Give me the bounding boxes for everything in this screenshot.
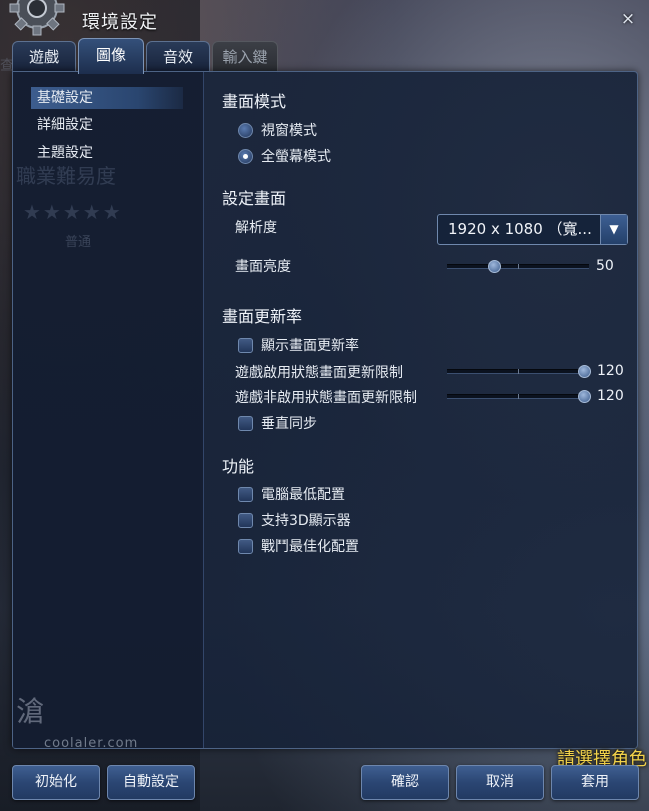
- inactive-limit-slider[interactable]: [447, 394, 589, 399]
- vsync-label: 垂直同步: [261, 416, 317, 432]
- title-bar: 環境設定 ×: [0, 0, 649, 40]
- slider-tick: [518, 264, 519, 269]
- active-limit-slider[interactable]: [447, 369, 589, 374]
- resolution-label: 解析度: [235, 220, 277, 236]
- min-spec-checkbox[interactable]: [238, 487, 253, 502]
- reset-button[interactable]: 初始化: [12, 765, 100, 800]
- sidebar: 基礎設定 詳細設定 主題設定 職業難易度 ★★★★★ 普通: [13, 72, 204, 748]
- watermark: coolaler.com: [44, 736, 139, 751]
- brightness-slider[interactable]: [447, 264, 589, 269]
- background-heading: 職業難易度: [16, 164, 116, 188]
- resolution-dropdown[interactable]: 1920 x 1080 （寬... ▼: [437, 214, 628, 245]
- active-limit-label: 遊戲啟用狀態畫面更新限制: [235, 365, 403, 381]
- inactive-limit-label: 遊戲非啟用狀態畫面更新限制: [235, 390, 417, 406]
- inactive-limit-slider-thumb[interactable]: [578, 390, 591, 403]
- brightness-value: 50: [596, 258, 614, 274]
- windowed-label: 視窗模式: [261, 123, 317, 139]
- combat-optimize-checkbox[interactable]: [238, 539, 253, 554]
- sidebar-item-detail[interactable]: 詳細設定: [31, 114, 183, 136]
- sidebar-item-basic[interactable]: 基礎設定: [31, 87, 183, 109]
- settings-panel: 基礎設定 詳細設定 主題設定 職業難易度 ★★★★★ 普通 畫面模式 視窗模式 …: [12, 71, 638, 749]
- vsync-checkbox[interactable]: [238, 416, 253, 431]
- cancel-button[interactable]: 取消: [456, 765, 544, 800]
- active-limit-value: 120: [597, 363, 624, 379]
- resolution-value: 1920 x 1080 （寬...: [448, 220, 592, 238]
- apply-button[interactable]: 套用: [551, 765, 639, 800]
- window-title: 環境設定: [82, 12, 158, 33]
- combat-optimize-label: 戰鬥最佳化配置: [261, 539, 359, 555]
- tab-graphics[interactable]: 圖像: [78, 38, 144, 74]
- 3d-display-label: 支持3D顯示器: [261, 513, 351, 529]
- brightness-label: 畫面亮度: [235, 259, 291, 275]
- show-refresh-rate-label: 顯示畫面更新率: [261, 338, 359, 354]
- chevron-down-icon[interactable]: ▼: [600, 215, 627, 244]
- tab-sound[interactable]: 音效: [146, 41, 210, 73]
- watermark-logo: 滄: [16, 695, 45, 728]
- close-icon[interactable]: ×: [618, 8, 638, 30]
- features-heading: 功能: [222, 457, 255, 476]
- screen-mode-heading: 畫面模式: [222, 92, 287, 111]
- auto-setting-button[interactable]: 自動設定: [107, 765, 195, 800]
- min-spec-label: 電腦最低配置: [261, 487, 345, 503]
- slider-tick: [518, 369, 519, 374]
- active-limit-slider-thumb[interactable]: [578, 365, 591, 378]
- refresh-heading: 畫面更新率: [222, 307, 303, 326]
- fullscreen-radio[interactable]: [238, 149, 253, 164]
- show-refresh-rate-checkbox[interactable]: [238, 338, 253, 353]
- 3d-display-checkbox[interactable]: [238, 513, 253, 528]
- slider-tick: [518, 394, 519, 399]
- windowed-radio[interactable]: [238, 123, 253, 138]
- confirm-button[interactable]: 確認: [361, 765, 449, 800]
- background-stars: ★★★★★: [23, 200, 123, 224]
- display-heading: 設定畫面: [222, 189, 287, 208]
- sidebar-item-theme[interactable]: 主題設定: [31, 142, 183, 164]
- brightness-slider-thumb[interactable]: [487, 260, 501, 273]
- inactive-limit-value: 120: [597, 388, 624, 404]
- tab-keybinds[interactable]: 輸入鍵: [212, 41, 278, 73]
- gear-icon: [9, 0, 65, 36]
- tab-game[interactable]: 遊戲: [12, 41, 76, 73]
- fullscreen-label: 全螢幕模式: [261, 149, 331, 165]
- background-subtitle: 普通: [65, 235, 92, 250]
